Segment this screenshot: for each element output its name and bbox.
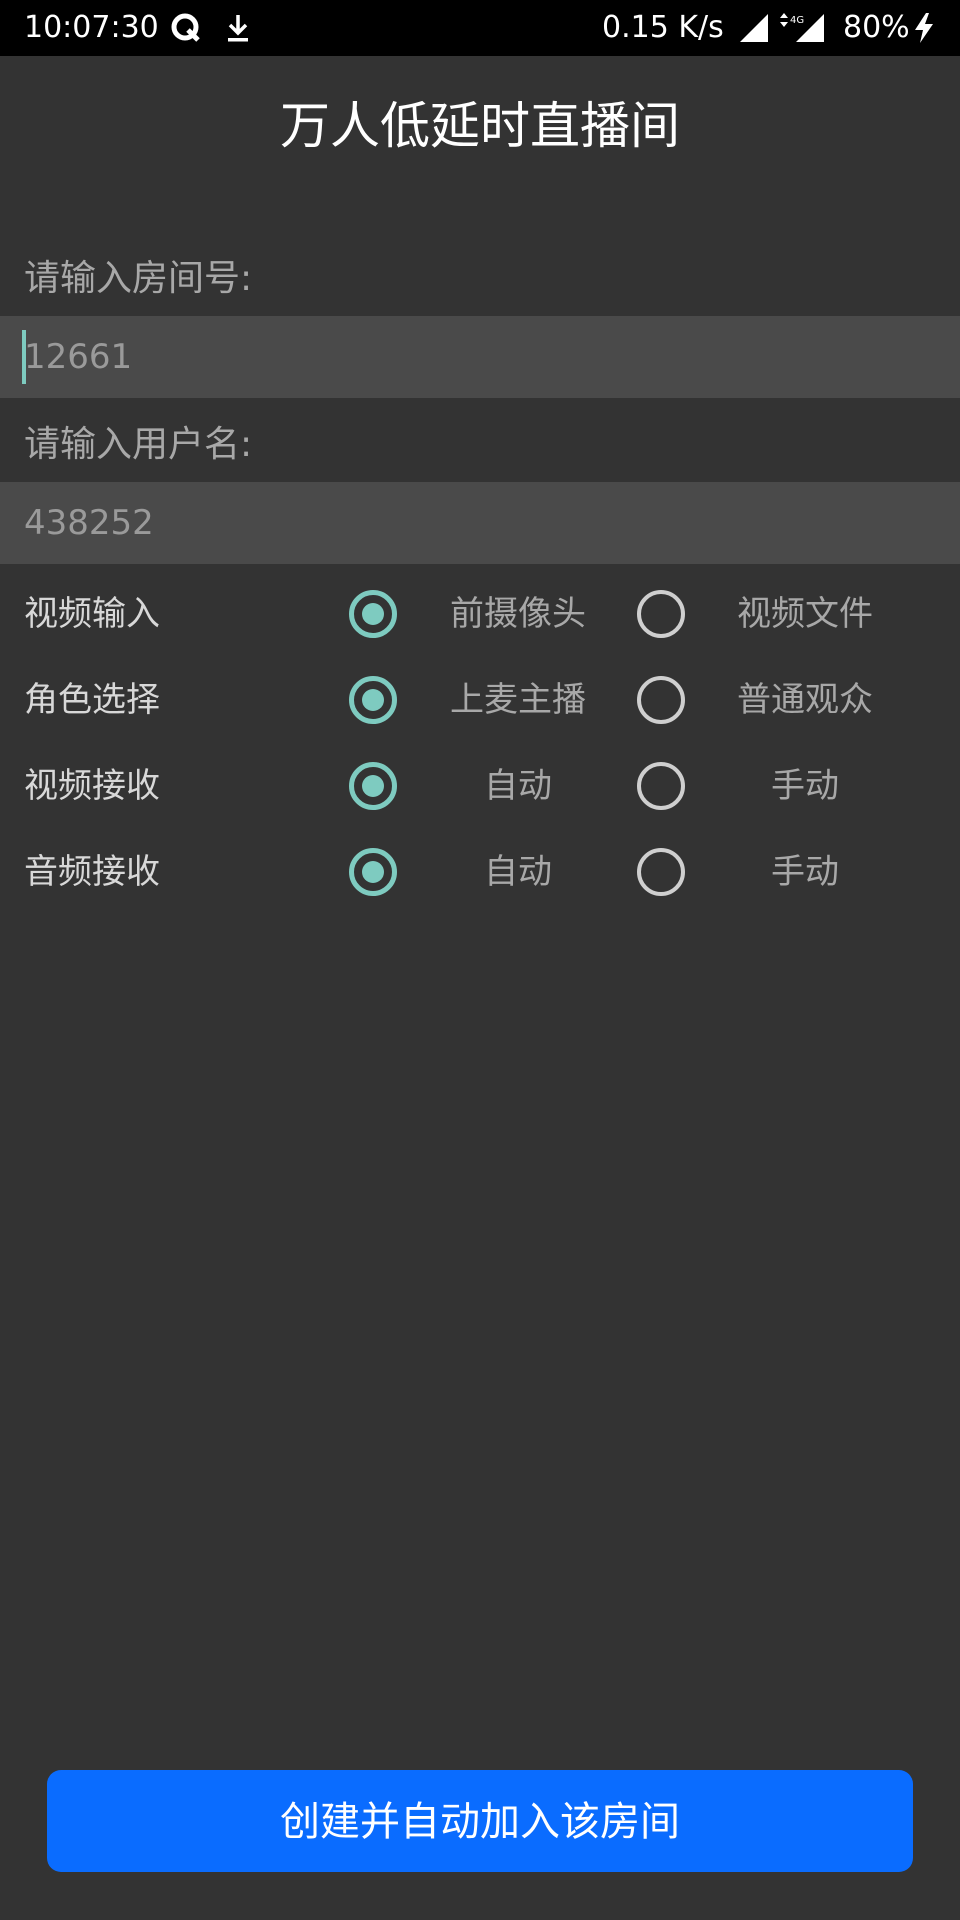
signal-icon <box>740 14 768 42</box>
option-choice-label[interactable]: 前摄像头 <box>418 589 618 639</box>
username-field[interactable] <box>0 482 960 564</box>
option-choice-label[interactable]: 自动 <box>418 847 618 897</box>
radio-audience[interactable] <box>637 676 685 724</box>
option-label: 视频接收 <box>24 766 160 806</box>
radio-video-auto[interactable] <box>349 762 397 810</box>
option-choice-label[interactable]: 视频文件 <box>705 589 905 639</box>
option-label: 角色选择 <box>24 680 160 720</box>
mobile-data-signal-icon: 4G <box>780 13 824 42</box>
room-number-label: 请输入房间号: <box>24 258 253 299</box>
radio-video-manual[interactable] <box>637 762 685 810</box>
room-number-input[interactable] <box>24 316 924 398</box>
text-cursor <box>22 330 26 384</box>
radio-audio-manual[interactable] <box>637 848 685 896</box>
status-time: 10:07:30 <box>24 10 159 45</box>
option-label: 视频输入 <box>24 594 160 634</box>
radio-front-camera[interactable] <box>349 590 397 638</box>
network-type: 4G <box>790 15 804 26</box>
option-choice-label[interactable]: 自动 <box>418 761 618 811</box>
option-label: 音频接收 <box>24 852 160 892</box>
radio-audio-auto[interactable] <box>349 848 397 896</box>
option-choice-label[interactable]: 上麦主播 <box>418 675 618 725</box>
radio-host[interactable] <box>349 676 397 724</box>
option-choice-label[interactable]: 手动 <box>705 761 905 811</box>
battery-level: 80% <box>843 10 910 45</box>
option-row-audio-receive: 音频接收 自动 手动 <box>0 829 960 915</box>
download-icon <box>228 15 248 42</box>
option-row-video-receive: 视频接收 自动 手动 <box>0 743 960 829</box>
username-input[interactable] <box>24 482 924 564</box>
username-label: 请输入用户名: <box>24 424 253 465</box>
option-row-video-input: 视频输入 前摄像头 视频文件 <box>0 571 960 657</box>
status-bar: 10:07:30 0.15 K/s 4G 80% <box>0 0 960 56</box>
screen: 10:07:30 0.15 K/s 4G 80% 万人低延时直播间 请输入房间号… <box>0 0 960 1920</box>
option-choice-label[interactable]: 普通观众 <box>705 675 905 725</box>
charging-icon <box>915 13 933 43</box>
room-number-field[interactable] <box>0 316 960 398</box>
create-and-join-room-button[interactable]: 创建并自动加入该房间 <box>47 1770 913 1872</box>
q-app-icon <box>171 13 200 42</box>
page-title: 万人低延时直播间 <box>280 97 680 155</box>
radio-video-file[interactable] <box>637 590 685 638</box>
network-speed: 0.15 K/s <box>602 10 724 45</box>
option-choice-label[interactable]: 手动 <box>705 847 905 897</box>
option-row-role: 角色选择 上麦主播 普通观众 <box>0 657 960 743</box>
